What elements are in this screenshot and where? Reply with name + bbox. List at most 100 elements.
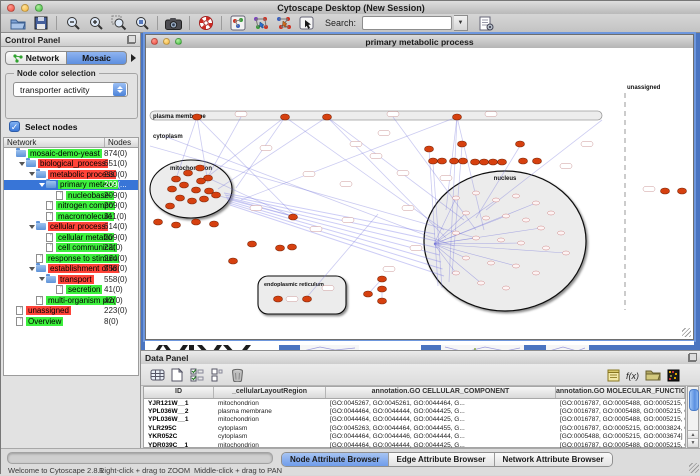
tab-mosaic[interactable]: Mosaic — [67, 51, 127, 65]
disclosure-arrow-icon[interactable] — [27, 225, 36, 229]
tree-row[interactable]: unassigned223(0) — [4, 306, 138, 317]
tab-network-attribute-browser[interactable]: Network Attribute Browser — [495, 453, 612, 466]
table-cell[interactable]: YPL036W__1 — [144, 416, 214, 423]
select-attributes-button[interactable] — [187, 366, 207, 384]
graph-node[interactable] — [184, 170, 193, 176]
network-canvas[interactable]: plasma membrane cytoplasm mitochondrion … — [146, 48, 693, 339]
tree-row[interactable]: establishment of lo558(0) — [4, 264, 138, 275]
tree-row[interactable]: nitrogen compo209(0) — [4, 201, 138, 212]
snapshot-camera-button[interactable] — [163, 15, 184, 32]
open-file-button[interactable] — [7, 15, 28, 32]
table-cell[interactable]: [GO:0016787, GO:0005488, GO:0005215, G..… — [556, 416, 685, 423]
tree-row[interactable]: cellular metabo209(0) — [4, 232, 138, 243]
nucleus-node[interactable] — [453, 271, 460, 275]
zoom-selected-button[interactable] — [108, 15, 129, 32]
graph-node[interactable] — [154, 219, 163, 225]
nucleus-node[interactable] — [488, 261, 495, 265]
graph-node[interactable] — [192, 219, 201, 225]
graph-node[interactable] — [172, 222, 181, 228]
table-cell[interactable]: YJR121W__1 — [144, 400, 214, 407]
tree-row-label[interactable]: unassigned — [26, 306, 71, 315]
tree-row[interactable]: transport558(0) — [4, 274, 138, 285]
graph-node[interactable] — [289, 214, 298, 220]
nucleus-node[interactable] — [518, 241, 525, 245]
column-header-id[interactable]: ID — [144, 387, 214, 398]
tree-row-label[interactable]: biological_process — [38, 159, 108, 168]
select-mode-button[interactable] — [296, 15, 317, 32]
tab-edge-attribute-browser[interactable]: Edge Attribute Browser — [389, 453, 495, 466]
nucleus-node[interactable] — [498, 238, 505, 242]
graph-node[interactable] — [288, 244, 297, 250]
graph-node[interactable] — [193, 114, 202, 120]
float-data-panel-icon[interactable] — [688, 353, 697, 362]
tree-row[interactable]: multi-organism pro42(0) — [4, 295, 138, 306]
heatmap-button[interactable] — [663, 366, 683, 384]
nucleus-node[interactable] — [523, 218, 530, 222]
graph-node[interactable] — [229, 258, 238, 264]
tree-header-network[interactable]: Network — [4, 138, 105, 147]
nucleus-node[interactable] — [513, 264, 520, 268]
nucleus-node[interactable] — [483, 216, 490, 220]
graph-node[interactable] — [172, 176, 181, 182]
graph-node[interactable] — [519, 158, 528, 164]
graph-node[interactable] — [480, 159, 489, 165]
graph-node[interactable] — [212, 192, 221, 198]
nucleus-node[interactable] — [533, 201, 540, 205]
nucleus-node[interactable] — [558, 231, 565, 235]
table-cell[interactable]: [GO:0044464, GO:0044446, GO:0044444, G..… — [326, 433, 556, 440]
table-row[interactable]: YLR295Ccytoplasm[GO:0045263, GO:0044464,… — [144, 424, 685, 432]
table-cell[interactable]: [GO:0016787, GO:0005215, GO:0003824, G..… — [556, 425, 685, 432]
graph-node[interactable] — [533, 158, 542, 164]
nucleus-node[interactable] — [563, 251, 570, 255]
graph-node[interactable] — [323, 114, 332, 120]
disclosure-arrow-icon[interactable] — [27, 267, 36, 271]
tree-row-label[interactable]: secretion — [66, 285, 102, 294]
nucleus-node[interactable] — [543, 246, 550, 250]
search-dropdown-arrow[interactable]: ▼ — [454, 15, 468, 31]
graph-node[interactable] — [459, 158, 468, 164]
scroll-down-arrow[interactable]: ▼ — [688, 438, 698, 447]
tree-row[interactable]: metabolic process280(0) — [4, 169, 138, 180]
graph-node[interactable] — [438, 158, 447, 164]
disclosure-arrow-icon[interactable] — [17, 162, 26, 166]
graph-node[interactable] — [176, 195, 185, 201]
table-row[interactable]: YJR121W__1mitochondrion[GO:0045267, GO:0… — [144, 399, 685, 407]
table-cell[interactable]: YLR295C — [144, 425, 214, 432]
graph-node[interactable] — [378, 286, 387, 292]
nucleus-node[interactable] — [548, 211, 555, 215]
zoom-in-button[interactable] — [85, 15, 106, 32]
table-cell[interactable]: cytoplasm — [214, 433, 326, 440]
table-cell[interactable]: mitochondrion — [214, 416, 326, 423]
tree-row[interactable]: biological_process651(0) — [4, 159, 138, 170]
graph-node[interactable] — [458, 141, 467, 147]
nucleus-node[interactable] — [463, 256, 470, 260]
graph-node[interactable] — [489, 159, 498, 165]
tree-row[interactable]: primary metabo209(... — [4, 180, 138, 191]
tree-row[interactable]: response to stimulu264(0) — [4, 253, 138, 264]
table-cell[interactable]: [GO:0016787, GO:0005488, GO:0005215, G..… — [556, 408, 685, 415]
nucleus-node[interactable] — [473, 191, 480, 195]
graph-node[interactable] — [678, 188, 687, 194]
tree-row-label[interactable]: cellular process — [48, 222, 108, 231]
table-cell[interactable]: [GO:0044464, GO:0044444, GO:0044425, G..… — [326, 416, 556, 423]
import-attributes-folder-button[interactable] — [643, 366, 663, 384]
background-windows-strip[interactable] — [145, 341, 694, 350]
graph-node[interactable] — [281, 114, 290, 120]
graph-node[interactable] — [378, 298, 387, 304]
graph-node[interactable] — [364, 291, 373, 297]
table-cell[interactable]: [GO:0044464, GO:0044444, GO:0044425, G..… — [326, 408, 556, 415]
graph-nodes[interactable] — [154, 114, 687, 304]
window-titlebar[interactable]: Cytoscape Desktop (New Session) — [1, 1, 700, 15]
vizmapper-button[interactable] — [227, 15, 248, 32]
network-frame-titlebar[interactable]: primary metabolic process — [146, 35, 693, 49]
nucleus-node[interactable] — [533, 271, 540, 275]
tree-row[interactable]: macromolecule311(0) — [4, 211, 138, 222]
column-header-molecular[interactable]: annotation.GO MOLECULAR_FUNCTION — [556, 387, 685, 398]
tab-node-attribute-browser[interactable]: Node Attribute Browser — [282, 453, 389, 466]
graph-node[interactable] — [248, 241, 257, 247]
tree-row[interactable]: secretion41(0) — [4, 285, 138, 296]
graph-node[interactable] — [188, 198, 197, 204]
unselect-attributes-button[interactable] — [207, 366, 227, 384]
disclosure-arrow-icon[interactable] — [37, 277, 46, 281]
graph-node[interactable] — [471, 159, 480, 165]
